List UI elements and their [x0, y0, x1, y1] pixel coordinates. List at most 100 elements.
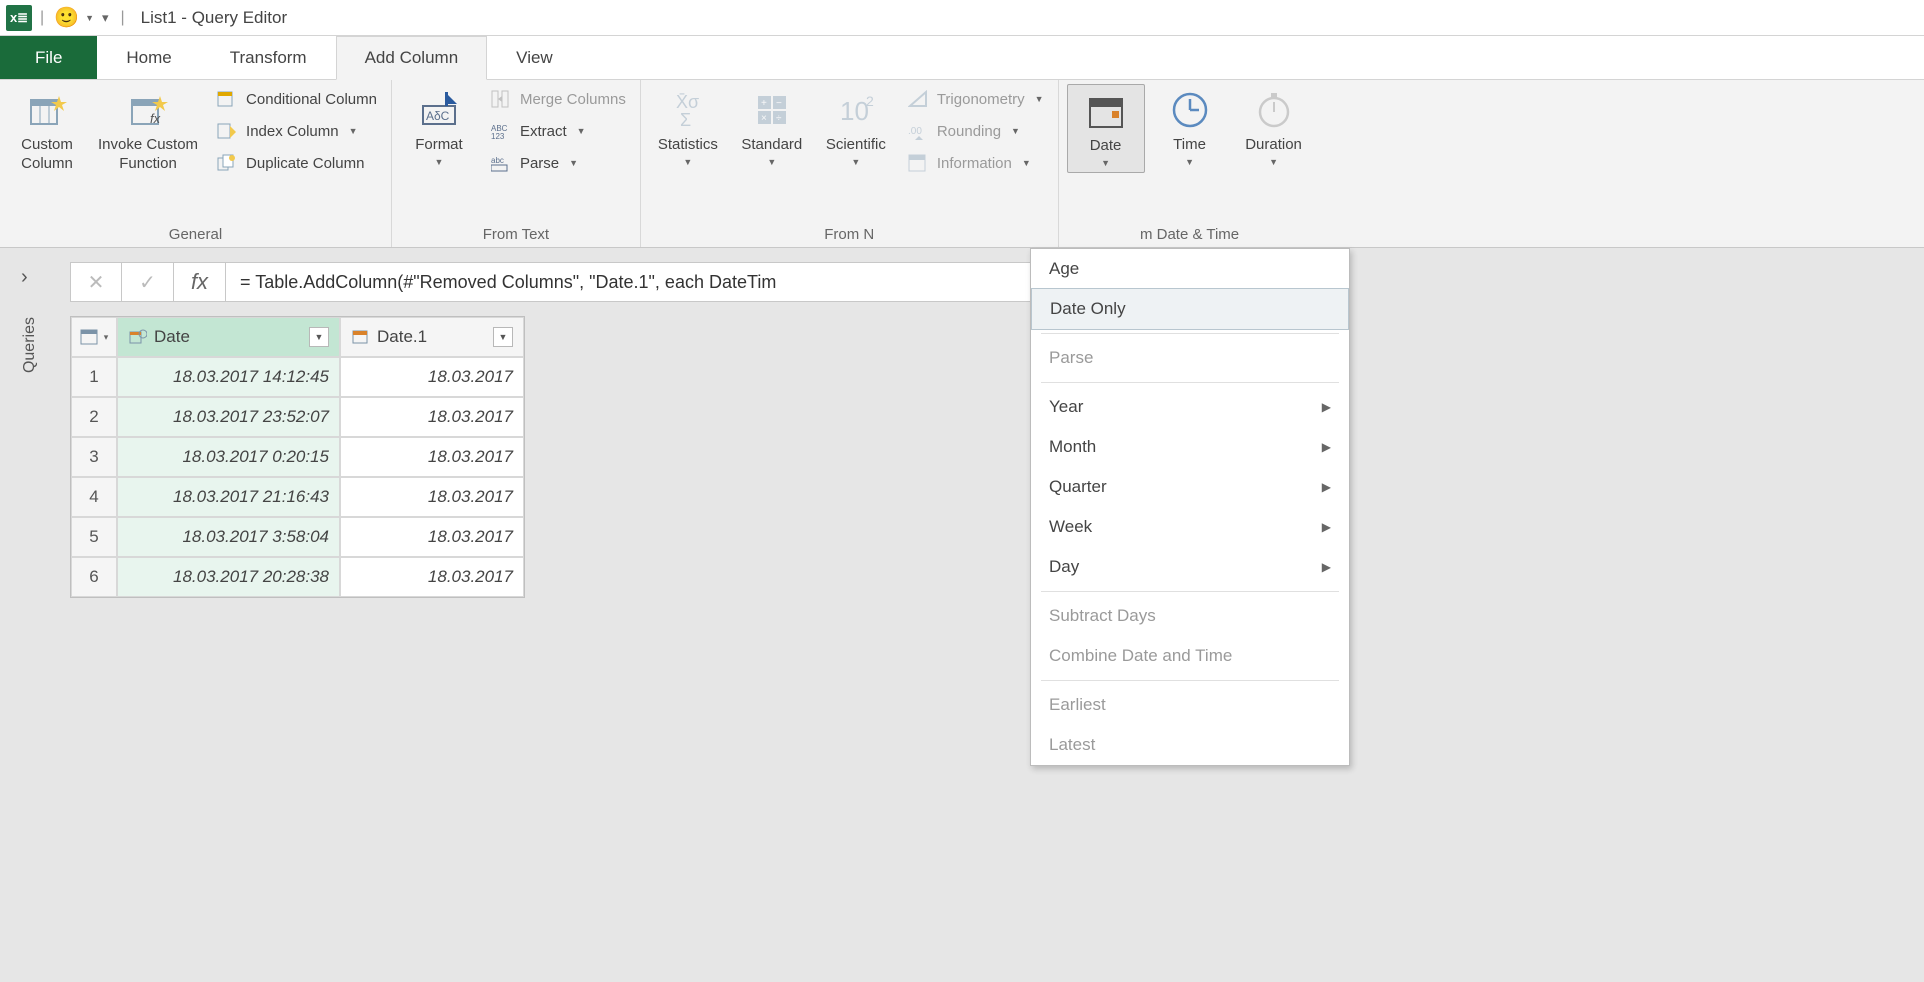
menu-day[interactable]: Day▶ [1031, 547, 1349, 587]
group-general: Custom Column fx Invoke Custom Function … [0, 80, 392, 247]
emoji-button[interactable]: 🙂 [54, 5, 79, 30]
cell-date[interactable]: 18.03.2017 21:16:43 [117, 477, 340, 517]
formula-input[interactable]: = Table.AddColumn(#"Removed Columns", "D… [226, 262, 1106, 302]
statistics-icon: X̄σΣ [666, 88, 710, 132]
tab-view[interactable]: View [487, 36, 582, 79]
svg-text:+: + [761, 98, 767, 109]
column-filter-button[interactable]: ▼ [309, 327, 329, 347]
qat-overflow-icon[interactable]: ▾ [102, 10, 109, 26]
row-number[interactable]: 2 [71, 397, 117, 437]
index-column-button[interactable]: Index Column ▼ [210, 118, 383, 144]
menu-year[interactable]: Year▶ [1031, 387, 1349, 427]
cell-date[interactable]: 18.03.2017 0:20:15 [117, 437, 340, 477]
duration-label: Duration [1245, 136, 1302, 155]
parse-button[interactable]: abc Parse ▼ [484, 150, 632, 176]
time-button[interactable]: Time ▼ [1151, 84, 1229, 171]
chevron-down-icon: ▼ [767, 157, 776, 167]
extract-button[interactable]: ABC123 Extract ▼ [484, 118, 632, 144]
svg-text:10: 10 [840, 96, 869, 126]
trigonometry-button[interactable]: Trigonometry ▼ [901, 86, 1050, 112]
cancel-formula-button[interactable]: ✕ [70, 262, 122, 302]
row-number[interactable]: 5 [71, 517, 117, 557]
index-icon [216, 120, 238, 142]
extract-label: Extract [520, 123, 567, 140]
info-icon [907, 152, 929, 174]
tab-file[interactable]: File [0, 36, 97, 79]
menu-date-only[interactable]: Date Only [1031, 288, 1349, 330]
cell-date1[interactable]: 18.03.2017 [340, 557, 524, 597]
header-date1[interactable]: Date.1 ▼ [340, 317, 524, 357]
chevron-right-icon: ▶ [1322, 440, 1331, 454]
scientific-icon: 102 [834, 88, 878, 132]
menu-month[interactable]: Month▶ [1031, 427, 1349, 467]
excel-icon: x≣ [6, 5, 32, 31]
expand-chevron-icon[interactable]: › [21, 266, 39, 289]
chevron-down-icon: ▾ [104, 332, 109, 343]
menu-combine: Combine Date and Time [1031, 636, 1349, 676]
table-row: 2 18.03.2017 23:52:07 18.03.2017 [71, 397, 524, 437]
table-row: 5 18.03.2017 3:58:04 18.03.2017 [71, 517, 524, 557]
row-number[interactable]: 1 [71, 357, 117, 397]
rounding-button[interactable]: .00 Rounding ▼ [901, 118, 1050, 144]
duration-button[interactable]: Duration ▼ [1235, 84, 1313, 171]
standard-button[interactable]: +−×÷ Standard ▼ [733, 84, 811, 171]
clock-icon [1168, 88, 1212, 132]
row-number[interactable]: 6 [71, 557, 117, 597]
svg-text:fx: fx [150, 111, 161, 126]
trigonometry-label: Trigonometry [937, 91, 1025, 108]
menu-week[interactable]: Week▶ [1031, 507, 1349, 547]
svg-text:÷: ÷ [776, 113, 782, 124]
invoke-custom-function-label: Invoke Custom Function [98, 136, 198, 174]
separator: | [121, 9, 125, 27]
cell-date1[interactable]: 18.03.2017 [340, 437, 524, 477]
cell-date1[interactable]: 18.03.2017 [340, 357, 524, 397]
row-number[interactable]: 4 [71, 477, 117, 517]
fx-button[interactable]: fx [174, 262, 226, 302]
tab-add-column[interactable]: Add Column [336, 36, 488, 80]
cell-date[interactable]: 18.03.2017 23:52:07 [117, 397, 340, 437]
menu-separator [1041, 333, 1339, 334]
information-button[interactable]: Information ▼ [901, 150, 1050, 176]
ribbon-tabs: File Home Transform Add Column View [0, 36, 1924, 80]
conditional-column-button[interactable]: Conditional Column [210, 86, 383, 112]
menu-quarter[interactable]: Quarter▶ [1031, 467, 1349, 507]
column-filter-button[interactable]: ▼ [493, 327, 513, 347]
cell-date1[interactable]: 18.03.2017 [340, 477, 524, 517]
cell-date1[interactable]: 18.03.2017 [340, 517, 524, 557]
tab-transform[interactable]: Transform [201, 36, 336, 79]
calendar-icon [1084, 89, 1128, 133]
svg-text:2: 2 [866, 93, 874, 109]
cell-date[interactable]: 18.03.2017 3:58:04 [117, 517, 340, 557]
title-bar: x≣ | 🙂 ▼ ▾ | List1 - Query Editor [0, 0, 1924, 36]
group-from-number: X̄σΣ Statistics ▼ +−×÷ Standard ▼ 102 Sc… [641, 80, 1059, 247]
check-icon: ✓ [139, 270, 156, 295]
scientific-button[interactable]: 102 Scientific ▼ [817, 84, 895, 171]
table-row: 1 18.03.2017 14:12:45 18.03.2017 [71, 357, 524, 397]
triangle-icon [907, 88, 929, 110]
duplicate-column-button[interactable]: Duplicate Column [210, 150, 383, 176]
custom-column-button[interactable]: Custom Column [8, 84, 86, 178]
cell-date[interactable]: 18.03.2017 20:28:38 [117, 557, 340, 597]
cell-date[interactable]: 18.03.2017 14:12:45 [117, 357, 340, 397]
merge-columns-button[interactable]: Merge Columns [484, 86, 632, 112]
row-number[interactable]: 3 [71, 437, 117, 477]
conditional-icon [216, 88, 238, 110]
accept-formula-button[interactable]: ✓ [122, 262, 174, 302]
tab-home[interactable]: Home [97, 36, 200, 79]
queries-panel-collapsed[interactable]: › Queries [0, 248, 60, 982]
menu-separator [1041, 382, 1339, 383]
group-from-datetime-label: m Date & Time [1067, 222, 1313, 245]
statistics-button[interactable]: X̄σΣ Statistics ▼ [649, 84, 727, 171]
format-button[interactable]: AδC Format ▼ [400, 84, 478, 171]
date-button[interactable]: Date ▼ [1067, 84, 1145, 173]
custom-column-label: Custom Column [21, 136, 73, 174]
chevron-down-icon: ▼ [577, 126, 586, 136]
svg-text:X̄σ: X̄σ [676, 92, 699, 112]
qat-dropdown-icon[interactable]: ▼ [85, 13, 94, 23]
invoke-custom-function-button[interactable]: fx Invoke Custom Function [92, 84, 204, 178]
table-corner[interactable]: ▾ [71, 317, 117, 357]
menu-age[interactable]: Age [1031, 249, 1349, 289]
chevron-down-icon: ▼ [1101, 158, 1110, 168]
header-date[interactable]: Date ▼ [117, 317, 340, 357]
cell-date1[interactable]: 18.03.2017 [340, 397, 524, 437]
